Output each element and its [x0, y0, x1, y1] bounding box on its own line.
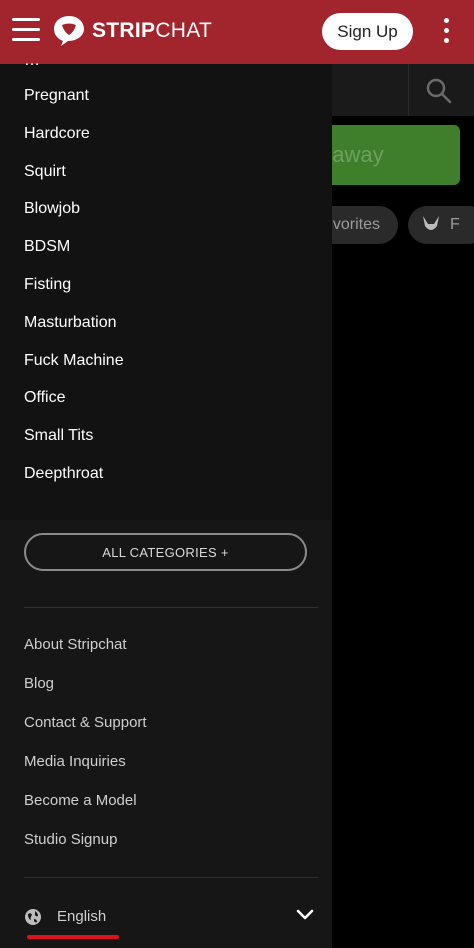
footer-link[interactable]: Studio Signup [24, 831, 117, 848]
category-item[interactable]: BDSM [24, 237, 70, 257]
filter-chip-label: F [450, 216, 460, 233]
clipped-category-item: … [24, 52, 40, 69]
hamburger-icon[interactable] [12, 18, 40, 44]
category-item[interactable]: Pregnant [24, 86, 89, 106]
footer-link[interactable]: Become a Model [24, 792, 137, 809]
category-item[interactable]: Fisting [24, 275, 71, 295]
sign-up-button[interactable]: Sign Up [322, 13, 413, 50]
category-item[interactable]: Blowjob [24, 199, 80, 219]
footer-link[interactable]: Contact & Support [24, 714, 147, 731]
globe-icon [25, 909, 41, 925]
all-categories-button[interactable]: ALL CATEGORIES + [24, 533, 307, 571]
category-item[interactable]: Fuck Machine [24, 351, 124, 371]
filter-chip[interactable]: F [408, 206, 474, 244]
more-vertical-icon[interactable] [438, 18, 454, 46]
stripchat-logo-icon [54, 16, 84, 46]
search-divider [408, 64, 409, 116]
drawer-divider [24, 877, 318, 878]
language-underline [27, 935, 119, 939]
category-item[interactable]: Hardcore [24, 124, 90, 144]
bunny-icon [423, 216, 439, 230]
language-selector[interactable]: English [57, 908, 106, 925]
logo-text: STRIPCHAT [92, 19, 213, 42]
top-header: STRIPCHAT Sign Up [0, 0, 474, 64]
footer-link[interactable]: Blog [24, 675, 54, 692]
category-item[interactable]: Small Tits [24, 426, 93, 446]
category-item[interactable]: Masturbation [24, 313, 117, 333]
favorites-label: vorites [332, 216, 380, 233]
chevron-down-icon[interactable] [296, 908, 314, 922]
drawer-divider [24, 607, 318, 608]
category-item[interactable]: Squirt [24, 162, 66, 182]
search-icon[interactable] [424, 76, 454, 106]
category-item[interactable]: Deepthroat [24, 464, 103, 484]
side-drawer: … Pregnant Hardcore Squirt Blowjob BDSM Fisti… [0, 52, 332, 948]
giveaway-banner[interactable]: eaway [320, 125, 460, 185]
footer-link[interactable]: Media Inquiries [24, 753, 126, 770]
footer-link[interactable]: About Stripchat [24, 636, 127, 653]
logo[interactable]: STRIPCHAT [52, 14, 212, 48]
categories-panel: … Pregnant Hardcore Squirt Blowjob BDSM Fisti… [0, 52, 332, 520]
category-item[interactable]: Office [24, 388, 66, 408]
